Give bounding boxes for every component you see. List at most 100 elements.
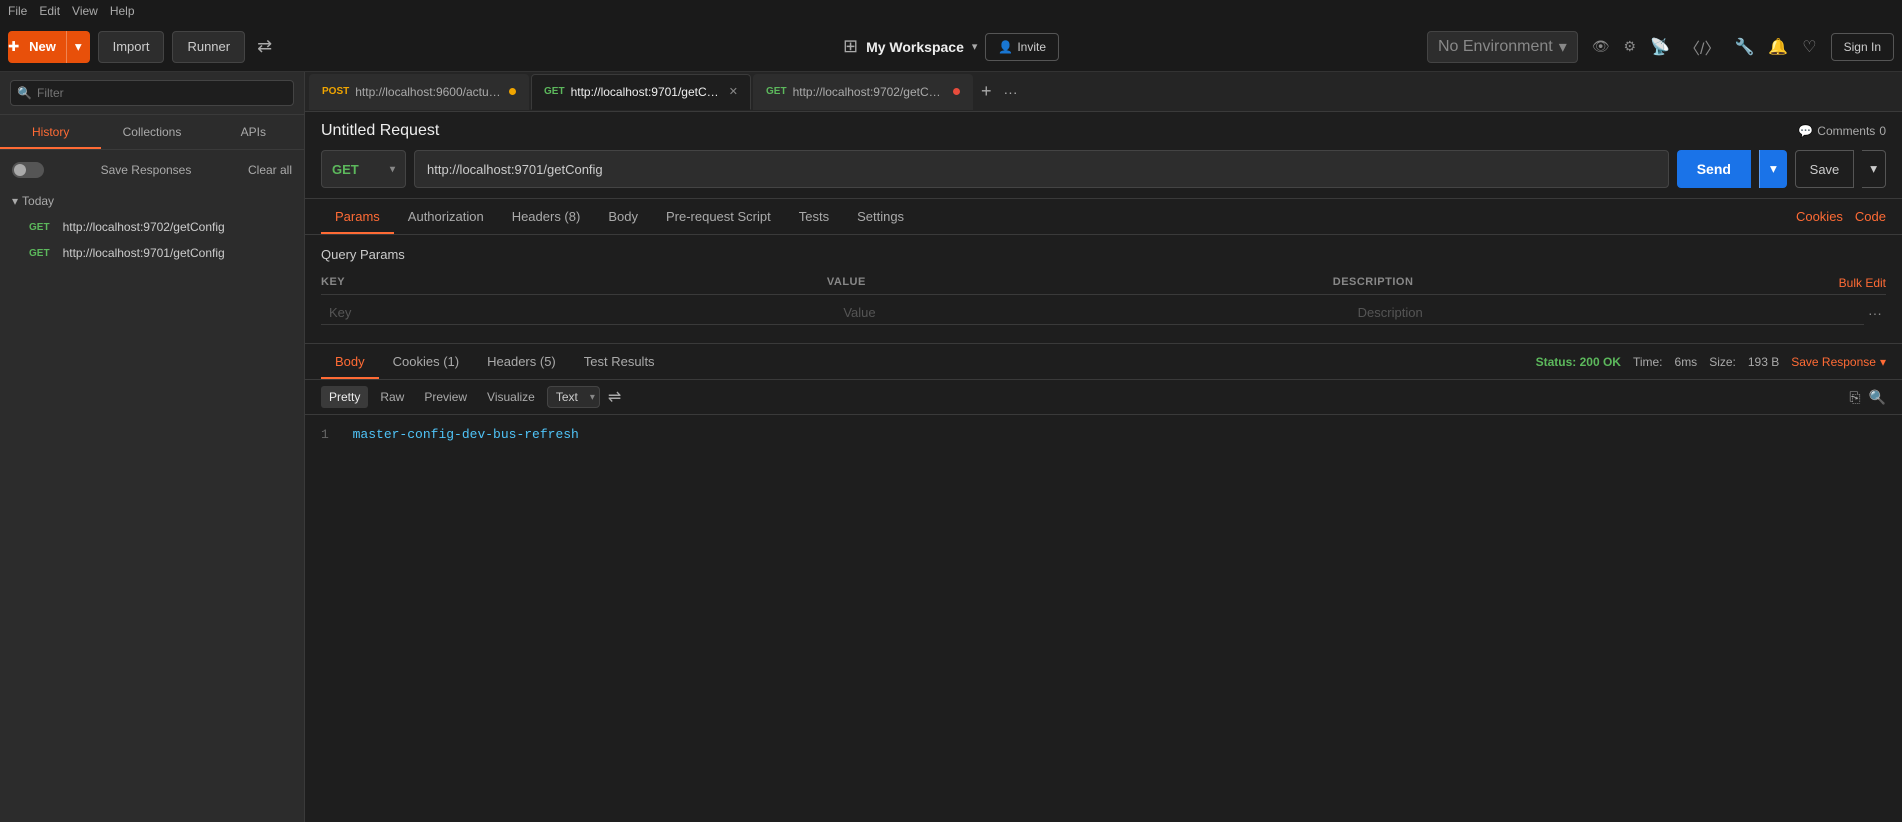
code-button[interactable]: Code [1855,209,1886,224]
toolbar-right: No Environment ▾ 👁 ⚙ 📡 〈/〉 🔧 🔔 ♡ Sign In [1427,31,1894,63]
request-tab-1[interactable]: GET http://localhost:9701/getConfig ✕ [531,74,751,110]
sidebar-tab-history[interactable]: History [0,115,101,149]
tab-bar: POST http://localhost:9600/actuator... G… [305,72,1902,112]
format-preview-button[interactable]: Preview [416,386,475,408]
param-more-button[interactable]: ··· [1864,305,1886,321]
url-input[interactable] [414,150,1669,188]
bulk-edit-button[interactable]: Bulk Edit [1839,276,1886,290]
param-desc-input[interactable] [1350,301,1864,325]
menu-edit[interactable]: Edit [39,4,60,18]
history-item[interactable]: GET http://localhost:9702/getConfig [0,214,304,240]
save-response-button[interactable]: Save Response ▾ [1791,355,1886,369]
sidebar-tab-collections[interactable]: Collections [101,115,202,149]
toolbar: ✚ New ▾ Import Runner ⇄ ⊞ My Workspace ▾… [0,22,1902,72]
settings-icon[interactable]: 🔧 [1734,37,1754,57]
today-header[interactable]: ▾ Today [0,188,304,214]
copy-response-button[interactable]: ⎘ [1849,389,1860,406]
req-tab-body[interactable]: Body [594,199,652,234]
filter-input[interactable] [10,80,294,106]
search-response-button[interactable]: 🔍 [1869,389,1886,406]
resp-tab-headers[interactable]: Headers (5) [473,344,570,379]
resp-tab-cookies[interactable]: Cookies (1) [379,344,473,379]
format-visualize-button[interactable]: Visualize [479,386,543,408]
menu-help[interactable]: Help [110,4,135,18]
history-method-badge: GET [24,221,55,234]
format-raw-button[interactable]: Raw [372,386,412,408]
invite-label: Invite [1017,40,1046,54]
sync-button[interactable]: ⇄ [257,36,272,57]
send-dropdown-button[interactable]: ▾ [1759,150,1787,188]
status-value: 200 OK [1580,355,1621,369]
req-tab-authorization[interactable]: Authorization [394,199,498,234]
menu-file[interactable]: File [8,4,27,18]
workspace-chevron-icon[interactable]: ▾ [972,40,978,53]
sidebar-tab-apis[interactable]: APIs [203,115,304,149]
tab-close-button[interactable]: ✕ [729,85,738,98]
clear-all-button[interactable]: Clear all [248,163,292,177]
request-title: Untitled Request [321,122,439,140]
comments-count: 0 [1879,124,1886,138]
req-tab-params[interactable]: Params [321,199,394,234]
params-table: KEY VALUE DESCRIPTION Bulk Edit ··· [321,272,1886,331]
req-tab-pre-request[interactable]: Pre-request Script [652,199,785,234]
menu-view[interactable]: View [72,4,98,18]
tab-unsaved-dot [953,88,960,95]
params-panel: Query Params KEY VALUE DESCRIPTION Bulk … [305,235,1902,344]
size-label: Size: [1709,355,1736,369]
save-dropdown-button[interactable]: ▾ [1862,150,1886,188]
method-dropdown[interactable]: GET POST PUT DELETE PATCH [332,162,384,177]
invite-button[interactable]: 👤 Invite [985,33,1059,61]
tab-add-button[interactable]: + [975,81,998,102]
tab-modified-dot [509,88,516,95]
runner-button[interactable]: Runner [172,31,245,63]
sidebar: 🔍 History Collections APIs Save Response… [0,72,305,822]
bell-icon[interactable]: 🔔 [1768,37,1788,57]
response-content: 1 master-config-dev-bus-refresh [305,415,1902,822]
history-url: http://localhost:9702/getConfig [63,220,225,234]
param-key-input[interactable] [321,301,835,325]
cookies-button[interactable]: Cookies [1796,209,1843,224]
sidebar-content: Save Responses Clear all ▾ Today GET htt… [0,150,304,822]
resp-tab-test-results[interactable]: Test Results [570,344,669,379]
workspace-name[interactable]: My Workspace [866,39,964,55]
text-format-select[interactable]: Text [547,386,600,408]
environment-selector[interactable]: No Environment ▾ [1427,31,1578,63]
env-settings-button[interactable]: ⚙ [1624,38,1637,55]
radar-icon[interactable]: 📡 [1650,37,1670,57]
heart-icon[interactable]: ♡ [1802,37,1816,57]
req-tab-tests[interactable]: Tests [785,199,843,234]
toggle-knob [14,164,26,176]
code-icon[interactable]: 〈/〉 [1684,35,1720,59]
request-tab-2[interactable]: GET http://localhost:9702/getConfig [753,74,973,110]
save-button[interactable]: Save [1795,150,1855,188]
word-wrap-button[interactable]: ⇌ [608,387,621,407]
request-panel: Untitled Request 💬 Comments 0 GET POST P… [305,112,1902,199]
workspace-icon: ⊞ [843,36,858,57]
new-button[interactable]: ✚ New ▾ [8,31,90,63]
line-number: 1 [321,427,329,442]
value-column-header: VALUE [827,276,1333,290]
content-area: POST http://localhost:9600/actuator... G… [305,72,1902,822]
param-value-input[interactable] [835,301,1349,325]
sign-in-button[interactable]: Sign In [1831,33,1894,61]
save-responses-toggle[interactable] [12,162,44,178]
req-tab-headers[interactable]: Headers (8) [498,199,595,234]
request-tabs: Params Authorization Headers (8) Body Pr… [305,199,1902,235]
env-visibility-button[interactable]: 👁 [1592,38,1610,55]
send-button[interactable]: Send [1677,150,1751,188]
history-item[interactable]: GET http://localhost:9701/getConfig [0,240,304,266]
request-tab-0[interactable]: POST http://localhost:9600/actuator... [309,74,529,110]
key-column-header: KEY [321,276,827,290]
new-label[interactable]: New [19,39,66,54]
comments-button[interactable]: 💬 Comments 0 [1798,124,1886,138]
format-pretty-button[interactable]: Pretty [321,386,368,408]
tab-more-button[interactable]: ··· [1000,84,1022,100]
req-tab-settings[interactable]: Settings [843,199,918,234]
method-selector[interactable]: GET POST PUT DELETE PATCH ▾ [321,150,406,188]
tab-method-get-2: GET [766,86,787,97]
response-area: Body Cookies (1) Headers (5) Test Result… [305,344,1902,822]
new-dropdown-icon[interactable]: ▾ [66,31,90,63]
import-button[interactable]: Import [98,31,165,63]
resp-tab-body[interactable]: Body [321,344,379,379]
save-response-label: Save Response [1791,355,1876,369]
